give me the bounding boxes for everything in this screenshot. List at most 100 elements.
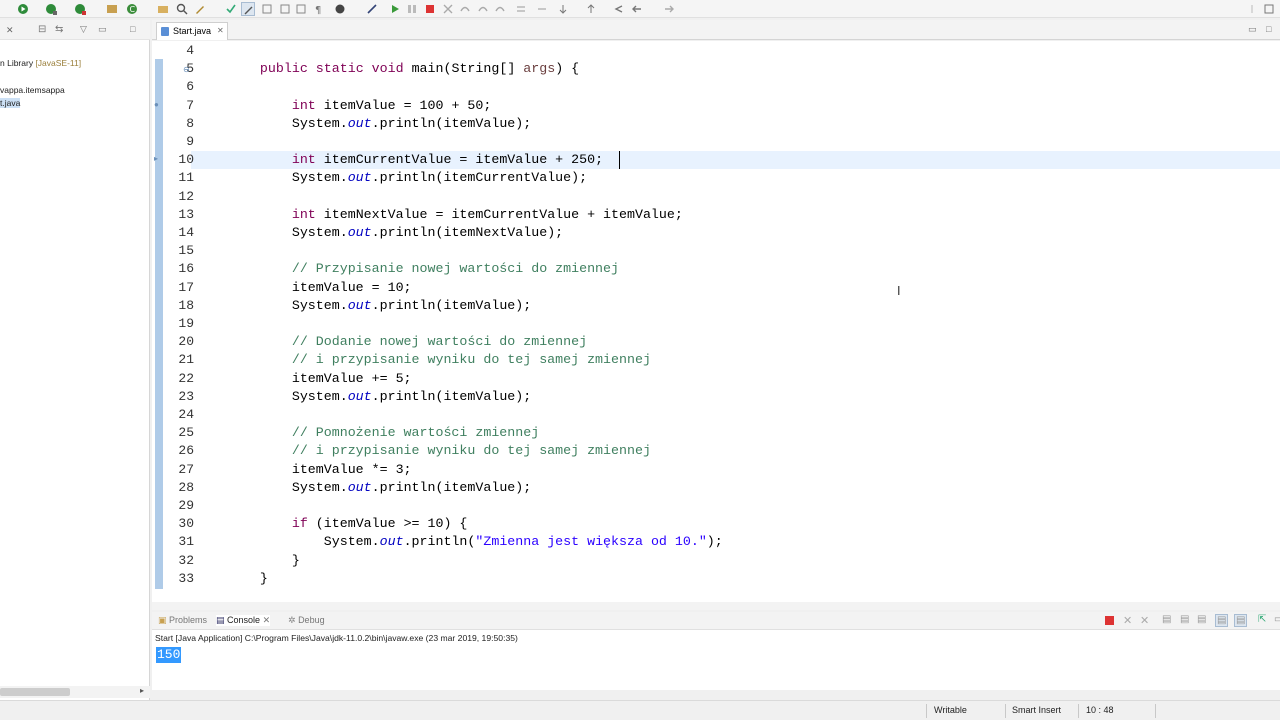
new-java-project-icon[interactable] bbox=[105, 2, 119, 16]
back-icon[interactable] bbox=[630, 2, 644, 16]
pilcrow-icon[interactable]: ¶ bbox=[312, 2, 326, 16]
tree-item-jre-library[interactable]: n Library [JavaSE-11] bbox=[0, 58, 81, 68]
close-tab-icon[interactable]: ✕ bbox=[263, 615, 271, 625]
next-annotation-icon[interactable] bbox=[556, 2, 570, 16]
close-tab-icon[interactable]: ✕ bbox=[217, 26, 224, 35]
editor-tab-bar: Start.java ✕ ▭ □ bbox=[152, 20, 1280, 40]
skip-breakpoints-icon[interactable] bbox=[365, 2, 379, 16]
line-number: 17 bbox=[178, 279, 194, 295]
minimize-icon[interactable]: ▭ bbox=[98, 24, 107, 35]
tree-item-start-java[interactable]: t.java bbox=[0, 98, 21, 108]
console-output-area[interactable]: 150 bbox=[152, 646, 1280, 690]
tree-item-label: t.java bbox=[0, 98, 21, 108]
pin-console-icon[interactable]: ⇱ bbox=[1258, 614, 1266, 625]
editor-horizontal-scrollbar[interactable] bbox=[152, 602, 1280, 610]
remove-all-launches-icon[interactable]: ✕ bbox=[1140, 614, 1149, 627]
line-number: 29 bbox=[178, 498, 194, 513]
open-console-icon[interactable]: ▭ bbox=[1274, 614, 1280, 625]
horizontal-scrollbar[interactable]: ▸ bbox=[0, 686, 150, 698]
tab-console[interactable]: ▤ Console ✕ bbox=[216, 615, 271, 626]
toggle-block-selection-icon[interactable] bbox=[241, 2, 255, 16]
debug-bug-icon: ✲ bbox=[288, 615, 296, 625]
line-number: 25 bbox=[178, 425, 194, 441]
suspend-icon[interactable] bbox=[405, 2, 419, 16]
code-editor[interactable]: 4 5 6 7 8 9 10 11 12 13 14 15 16 17 18 19 20 21 22 23 24 25 26… bbox=[152, 41, 1280, 602]
console-launch-info: Start [Java Application] C:\Program File… bbox=[152, 630, 1280, 646]
toggle-mark-icon[interactable] bbox=[224, 2, 238, 16]
terminate-icon[interactable] bbox=[1105, 616, 1114, 625]
whitespace-icon[interactable] bbox=[260, 2, 274, 16]
run-config-icon[interactable] bbox=[44, 2, 58, 16]
annotation-icon[interactable] bbox=[333, 2, 347, 16]
tab-start-java[interactable]: Start.java ✕ bbox=[156, 22, 228, 40]
open-type-icon[interactable] bbox=[156, 2, 170, 16]
new-class-icon[interactable]: C bbox=[125, 2, 139, 16]
scroll-lock-icon[interactable]: ▤ bbox=[1180, 614, 1189, 625]
show-whitespace-icon[interactable] bbox=[294, 2, 308, 16]
line-number: 10 bbox=[178, 152, 194, 168]
line-number: 6 bbox=[186, 79, 194, 95]
code-line: System.out.println(itemValue); bbox=[228, 115, 532, 131]
line-number: 9 bbox=[186, 134, 194, 149]
last-edit-location-icon[interactable] bbox=[612, 2, 626, 16]
search-icon[interactable] bbox=[175, 2, 189, 16]
tab-label: Debug bbox=[298, 615, 325, 625]
open-perspective-icon[interactable] bbox=[1262, 2, 1276, 16]
close-icon[interactable]: ✕ bbox=[6, 25, 14, 36]
resume-icon[interactable] bbox=[388, 2, 402, 16]
insert-mode-status: Smart Insert bbox=[1012, 705, 1062, 715]
console-icon: ▤ bbox=[216, 615, 225, 625]
collapse-all-icon[interactable]: ⊟ bbox=[38, 24, 46, 35]
remove-launch-icon[interactable]: ✕ bbox=[1123, 614, 1132, 627]
step-over-icon[interactable] bbox=[476, 2, 490, 16]
clear-console-icon[interactable]: ▤ bbox=[1162, 614, 1171, 625]
line-number: 20 bbox=[178, 334, 194, 350]
package-explorer: ✕ ⊟ ⇆ ▽ ▭ □ n Library [JavaSE-11] vappa.… bbox=[0, 20, 150, 702]
forward-icon[interactable] bbox=[662, 2, 676, 16]
maximize-editor-icon[interactable]: □ bbox=[1266, 24, 1271, 34]
minimize-editor-icon[interactable]: ▭ bbox=[1248, 24, 1257, 35]
line-number: 26 bbox=[178, 443, 194, 459]
disconnect-icon[interactable] bbox=[441, 2, 455, 16]
use-step-filters-icon[interactable] bbox=[535, 2, 549, 16]
show-on-stderr-icon[interactable]: ▤ bbox=[1234, 614, 1248, 627]
code-line: // i przypisanie wyniku do tej samej zmi… bbox=[291, 443, 651, 459]
code-line: } bbox=[228, 552, 300, 568]
fold-icon[interactable]: ⊖ bbox=[183, 65, 190, 74]
tree-item-decoration: [JavaSE-11] bbox=[35, 58, 82, 68]
step-return-icon[interactable] bbox=[493, 2, 507, 16]
code-line: int itemValue = 100 + 50; bbox=[291, 97, 492, 113]
code-line: public static void main(String[] args) { bbox=[259, 61, 580, 77]
show-on-stdout-icon[interactable]: ▤ bbox=[1215, 614, 1229, 627]
view-menu-icon[interactable]: ▽ bbox=[80, 24, 87, 35]
line-number-gutter: 4 5 6 7 8 9 10 11 12 13 14 15 16 17 18 19 20 21 22 23 24 25 26… bbox=[164, 41, 194, 602]
bottom-tab-bar: ▣ Problems ▤ Console ✕ ✲ Debug ✕ ✕ ▤ ▤ ▤… bbox=[152, 612, 1280, 630]
writable-status: Writable bbox=[934, 705, 967, 715]
link-with-editor-icon[interactable]: ⇆ bbox=[55, 24, 63, 35]
line-number: 7 bbox=[186, 97, 194, 113]
package-explorer-header: ✕ ⊟ ⇆ ▽ ▭ □ bbox=[0, 20, 150, 40]
pen-icon[interactable] bbox=[193, 2, 207, 16]
external-tools-icon[interactable] bbox=[73, 2, 87, 16]
line-number: 30 bbox=[178, 516, 194, 532]
debug-icon[interactable] bbox=[16, 2, 30, 16]
code-line: System.out.println(itemValue); bbox=[228, 479, 532, 495]
svg-text:¶: ¶ bbox=[315, 5, 321, 16]
word-wrap-icon[interactable]: ▤ bbox=[1197, 614, 1206, 625]
main-toolbar: C ¶ bbox=[0, 0, 1280, 18]
tab-debug[interactable]: ✲ Debug bbox=[288, 615, 325, 626]
tree-item-package[interactable]: vappa.itemsappa bbox=[0, 85, 65, 95]
tree-item-label: n Library bbox=[0, 58, 36, 68]
scrollbar-thumb[interactable] bbox=[0, 688, 70, 696]
step-into-icon[interactable] bbox=[458, 2, 472, 16]
perspective-icon[interactable] bbox=[1246, 2, 1260, 16]
line-number: 18 bbox=[178, 297, 194, 313]
code-line: } bbox=[228, 570, 268, 586]
maximize-icon[interactable]: □ bbox=[130, 24, 135, 34]
drop-to-frame-icon[interactable] bbox=[514, 2, 528, 16]
tab-problems[interactable]: ▣ Problems bbox=[158, 615, 207, 626]
scroll-right-icon[interactable]: ▸ bbox=[140, 686, 144, 695]
terminate-icon[interactable] bbox=[423, 2, 437, 16]
word-wrap-icon[interactable] bbox=[278, 2, 292, 16]
previous-annotation-icon[interactable] bbox=[584, 2, 598, 16]
